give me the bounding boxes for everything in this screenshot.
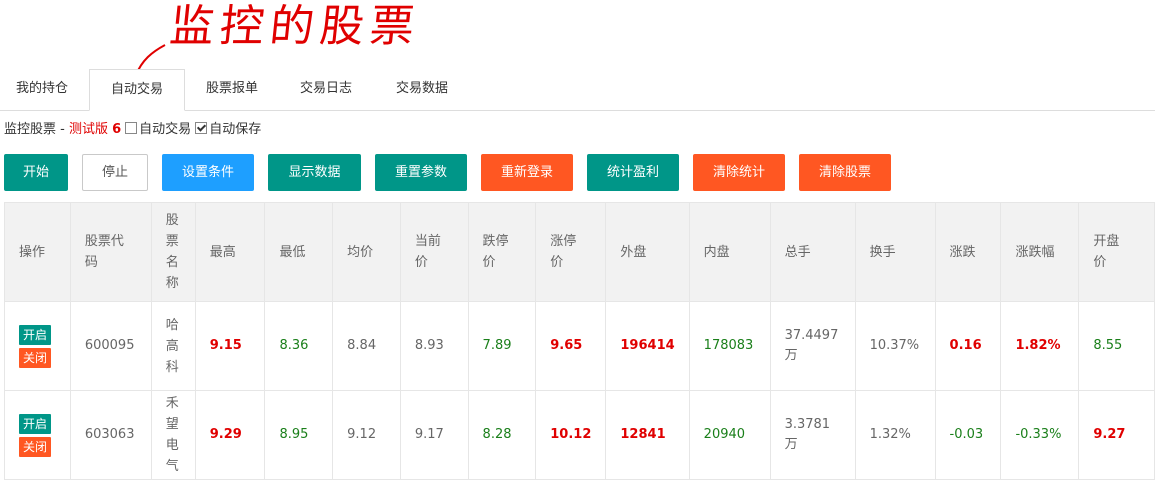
cell-current: 8.93 [399, 301, 469, 391]
cell-code: 603063 [69, 390, 152, 480]
header-limit-down: 跌停价 [467, 202, 537, 302]
close-button[interactable]: 关闭 [19, 347, 51, 368]
cell-code: 600095 [69, 301, 152, 391]
action-cell: 开启 关闭 [4, 390, 71, 480]
table-row: 开启 关闭 603063 禾望电气 9.29 8.95 9.12 9.17 8.… [4, 390, 1155, 480]
tab-bar: 我的持仓 自动交易 股票报单 交易日志 交易数据 [0, 69, 1155, 111]
cell-high: 9.29 [194, 390, 266, 480]
cell-change-pct: 1.82% [1000, 301, 1080, 391]
cell-turnover: 1.32% [854, 390, 936, 480]
cell-avg: 9.12 [332, 390, 401, 480]
show-data-button[interactable]: 显示数据 [268, 154, 361, 191]
test-version-label: 测试版 [68, 122, 108, 137]
open-button[interactable]: 开启 [19, 324, 51, 345]
cell-change-pct: -0.33% [1000, 390, 1080, 480]
cell-current: 9.17 [399, 390, 469, 480]
cell-open: 8.55 [1078, 301, 1155, 391]
cell-inner: 20940 [688, 390, 771, 480]
relogin-button[interactable]: 重新登录 [481, 154, 573, 191]
cell-turnover: 10.37% [854, 301, 936, 391]
header-current: 当前价 [399, 202, 469, 302]
cell-high: 9.15 [194, 301, 266, 391]
cell-limit-down: 7.89 [467, 301, 537, 391]
reset-params-button[interactable]: 重置参数 [375, 154, 467, 191]
cell-volume: 37.4497万 [769, 301, 856, 391]
table-header-row: 操作 股票代码 股票名称 最高 最低 均价 当前价 跌停价 涨停价 外盘 内盘 … [4, 202, 1155, 302]
close-button[interactable]: 关闭 [19, 436, 51, 457]
cell-limit-up: 9.65 [535, 301, 607, 391]
header-high: 最高 [194, 202, 266, 302]
cell-name: 哈高科 [150, 301, 196, 391]
annotation-text: 监控的股票 [167, 1, 423, 52]
header-low: 最低 [264, 202, 334, 302]
start-button[interactable]: 开始 [4, 154, 68, 191]
cell-limit-down: 8.28 [467, 390, 537, 480]
cell-avg: 8.84 [332, 301, 401, 391]
table-row: 开启 关闭 600095 哈高科 9.15 8.36 8.84 8.93 7.8… [4, 301, 1155, 391]
stop-button[interactable]: 停止 [82, 154, 148, 191]
auto-save-label: 自动保存 [209, 122, 262, 137]
tab-trade-data[interactable]: 交易数据 [380, 69, 464, 109]
open-button[interactable]: 开启 [19, 413, 51, 434]
auto-trade-checkbox[interactable] [125, 122, 138, 134]
cell-open: 9.27 [1078, 390, 1155, 480]
action-cell: 开启 关闭 [4, 301, 71, 391]
header-change-pct: 涨跌幅 [1000, 202, 1080, 302]
stats-profit-button[interactable]: 统计盈利 [587, 154, 679, 191]
cell-change: -0.03 [934, 390, 1002, 480]
clear-stocks-button[interactable]: 清除股票 [799, 154, 891, 191]
auto-trade-label: 自动交易 [139, 122, 192, 137]
header-action: 操作 [4, 202, 71, 302]
set-conditions-button[interactable]: 设置条件 [162, 154, 254, 191]
header-inner: 内盘 [688, 202, 771, 302]
tab-orders[interactable]: 股票报单 [190, 69, 274, 109]
header-outer: 外盘 [605, 202, 690, 302]
auto-save-checkbox[interactable] [195, 122, 208, 134]
header-change: 涨跌 [934, 202, 1002, 302]
header-name: 股票名称 [150, 202, 196, 302]
header-limit-up: 涨停价 [535, 202, 607, 302]
cell-limit-up: 10.12 [535, 390, 607, 480]
cell-outer: 12841 [605, 390, 690, 480]
header-avg: 均价 [332, 202, 401, 302]
cell-inner: 178083 [688, 301, 771, 391]
stock-table: 操作 股票代码 股票名称 最高 最低 均价 当前价 跌停价 涨停价 外盘 内盘 … [4, 202, 1155, 480]
cell-change: 0.16 [934, 301, 1002, 391]
clear-stats-button[interactable]: 清除统计 [693, 154, 785, 191]
cell-volume: 3.3781万 [769, 390, 856, 480]
tab-holdings[interactable]: 我的持仓 [0, 69, 84, 109]
cell-name: 禾望电气 [150, 390, 196, 480]
header-code: 股票代码 [69, 202, 152, 302]
cell-low: 8.36 [264, 301, 334, 391]
tab-trade-log[interactable]: 交易日志 [284, 69, 368, 109]
status-line: 监控股票 - 测试版 6 自动交易 自动保存 [4, 120, 261, 140]
tab-auto-trade[interactable]: 自动交易 [89, 69, 185, 111]
header-open: 开盘价 [1078, 202, 1155, 302]
version-number: 6 [112, 122, 122, 137]
header-turnover: 换手 [854, 202, 936, 302]
header-volume: 总手 [769, 202, 856, 302]
cell-low: 8.95 [264, 390, 334, 480]
monitor-label: 监控股票 - [4, 122, 69, 137]
cell-outer: 196414 [605, 301, 690, 391]
